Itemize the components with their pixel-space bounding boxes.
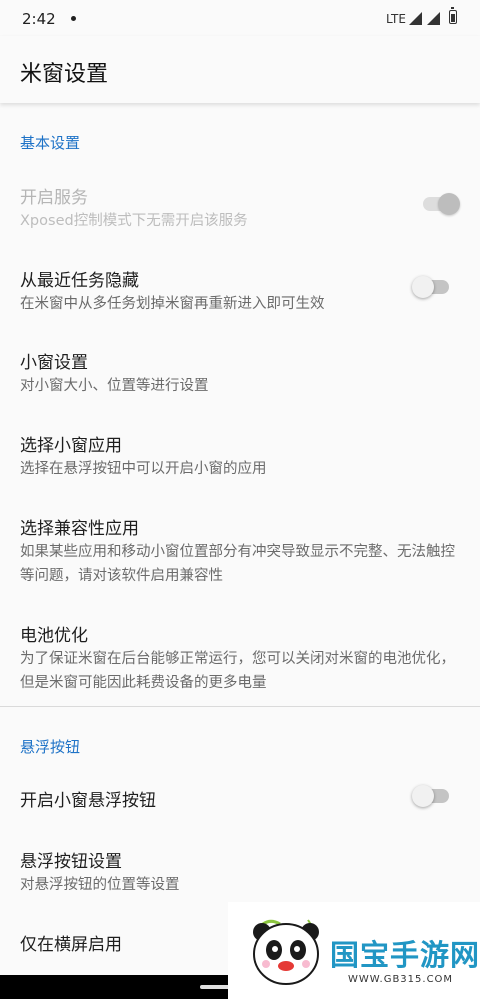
pref-choose-window-apps[interactable]: 选择小窗应用 选择在悬浮按钮中可以开启小窗的应用	[0, 431, 480, 481]
status-time: 2:42	[22, 10, 56, 28]
notification-dot-icon	[71, 16, 76, 21]
watermark-brand: 国宝手游网	[330, 938, 480, 972]
pref-title: 小窗设置	[20, 353, 88, 373]
pref-hide-from-recents[interactable]: 从最近任务隐藏 在米窗中从多任务划掉米窗再重新进入即可生效	[0, 266, 480, 316]
page-title: 米窗设置	[20, 62, 109, 87]
wifi-signal-icon	[427, 12, 440, 25]
pref-summary: 选择在悬浮按钮中可以开启小窗的应用	[20, 461, 267, 477]
pref-window-settings[interactable]: 小窗设置 对小窗大小、位置等进行设置	[0, 348, 480, 398]
panda-logo-icon	[253, 919, 319, 985]
section-divider	[0, 706, 480, 707]
enable-floating-button-switch[interactable]	[412, 784, 452, 808]
watermark: 国宝手游网 WWW.GB315.COM	[228, 902, 480, 999]
pref-title: 选择兼容性应用	[20, 519, 139, 539]
pref-title: 仅在横屏启用	[20, 935, 122, 955]
pref-summary: 在米窗中从多任务划掉米窗再重新进入即可生效	[20, 296, 325, 312]
pref-summary: Xposed控制模式下无需开启该服务	[20, 213, 248, 229]
pref-floating-button-settings[interactable]: 悬浮按钮设置 对悬浮按钮的位置等设置	[0, 847, 480, 897]
pref-battery-optimization[interactable]: 电池优化 为了保证米窗在后台能够正常运行，您可以关闭对米窗的电池优化，但是米窗可…	[0, 621, 480, 695]
pref-enable-service: 开启服务 Xposed控制模式下无需开启该服务	[0, 183, 480, 233]
app-bar: 米窗设置	[0, 36, 480, 103]
pref-summary: 对小窗大小、位置等进行设置	[20, 378, 209, 394]
pref-summary: 如果某些应用和移动小窗位置部分有冲突导致显示不完整、无法触控等问题，请对该软件启…	[20, 544, 455, 584]
category-floating-button: 悬浮按钮	[20, 738, 81, 756]
signal-icon	[409, 12, 422, 25]
pref-title: 开启服务	[20, 188, 88, 208]
watermark-url: WWW.GB315.COM	[348, 974, 454, 985]
pref-title: 电池优化	[20, 626, 88, 646]
pref-summary: 为了保证米窗在后台能够正常运行，您可以关闭对米窗的电池优化，但是米窗可能因此耗费…	[20, 651, 455, 691]
pref-compat-apps[interactable]: 选择兼容性应用 如果某些应用和移动小窗位置部分有冲突导致显示不完整、无法触控等问…	[0, 514, 480, 588]
pref-title: 选择小窗应用	[20, 436, 122, 456]
enable-service-switch	[420, 192, 460, 216]
hide-from-recents-switch[interactable]	[412, 275, 452, 299]
pref-title: 开启小窗悬浮按钮	[20, 791, 156, 811]
network-type: LTE	[386, 12, 406, 26]
battery-icon	[449, 7, 457, 24]
status-bar: 2:42 LTE	[0, 0, 480, 36]
pref-enable-floating-button[interactable]: 开启小窗悬浮按钮	[0, 784, 480, 811]
pref-summary: 对悬浮按钮的位置等设置	[20, 877, 180, 893]
category-basic-settings: 基本设置	[20, 134, 81, 152]
pref-title: 从最近任务隐藏	[20, 271, 139, 291]
pref-title: 悬浮按钮设置	[20, 852, 122, 872]
